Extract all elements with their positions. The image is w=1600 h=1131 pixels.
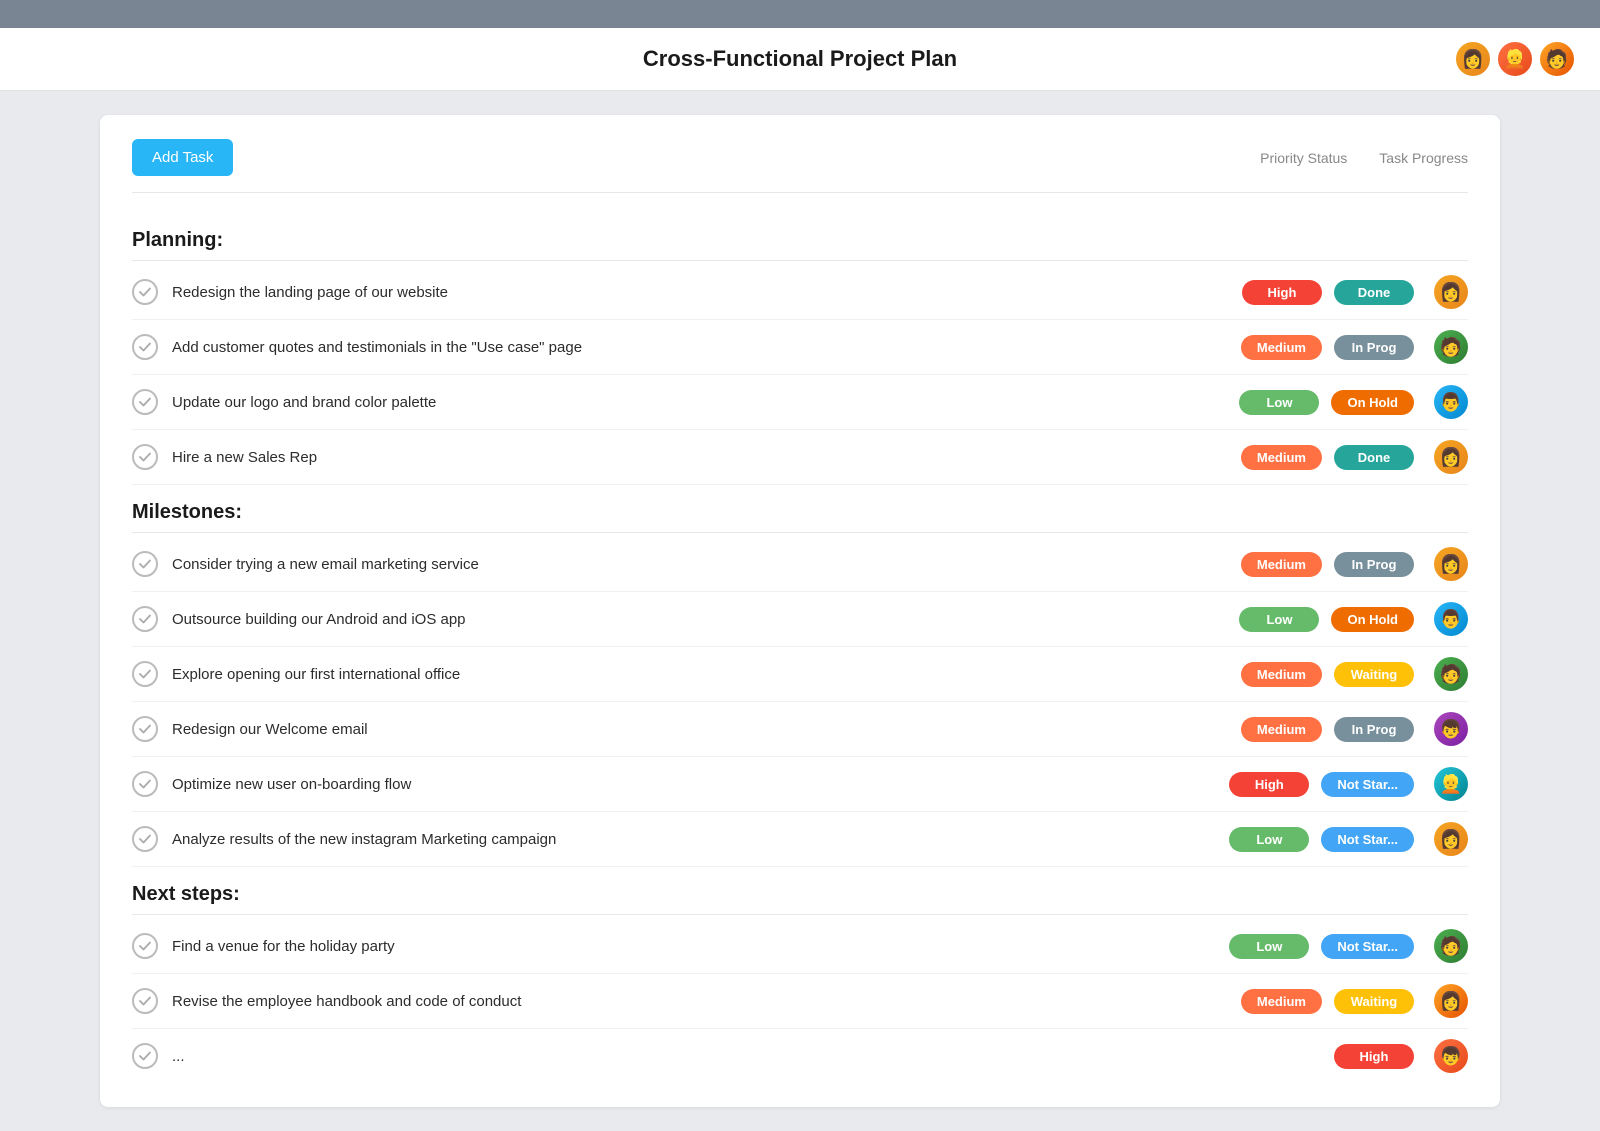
check-icon[interactable] [132, 1043, 158, 1069]
priority-badge: High [1242, 280, 1322, 305]
task-name: Outsource building our Android and iOS a… [172, 611, 1239, 628]
task-row[interactable]: Update our logo and brand color paletteL… [132, 375, 1468, 430]
priority-badge: Medium [1241, 662, 1322, 687]
check-icon[interactable] [132, 933, 158, 959]
top-bar [0, 0, 1600, 28]
task-name: Explore opening our first international … [172, 666, 1241, 683]
status-badge: Not Star... [1321, 772, 1414, 797]
status-badge: Waiting [1334, 662, 1414, 687]
toolbar: Add Task Priority Status Task Progress [132, 139, 1468, 193]
status-badge: On Hold [1331, 390, 1414, 415]
avatar: 👩 [1434, 275, 1468, 309]
task-progress-label: Task Progress [1379, 150, 1468, 166]
task-row[interactable]: Analyze results of the new instagram Mar… [132, 812, 1468, 867]
task-row[interactable]: Find a venue for the holiday partyLow Not… [132, 919, 1468, 974]
priority-badge: Low [1239, 390, 1319, 415]
avatar: 👱 [1496, 40, 1534, 78]
task-name: Add customer quotes and testimonials in … [172, 339, 1241, 356]
check-icon[interactable] [132, 771, 158, 797]
check-icon[interactable] [132, 826, 158, 852]
status-badge: Done [1334, 445, 1414, 470]
task-row[interactable]: Revise the employee handbook and code of… [132, 974, 1468, 1029]
avatar: 👩 [1454, 40, 1492, 78]
section-header-nextsteps: Next steps: [132, 867, 1468, 915]
section-header-planning: Planning: [132, 213, 1468, 261]
check-icon[interactable] [132, 389, 158, 415]
task-name: Optimize new user on-boarding flow [172, 776, 1229, 793]
task-row[interactable]: Consider trying a new email marketing se… [132, 537, 1468, 592]
task-row[interactable]: Outsource building our Android and iOS a… [132, 592, 1468, 647]
priority-status-label: Priority Status [1260, 150, 1347, 166]
task-row[interactable]: Hire a new Sales RepMedium Done 👩 [132, 430, 1468, 485]
task-row[interactable]: Explore opening our first international … [132, 647, 1468, 702]
header: Cross-Functional Project Plan 👩 👱 🧑 [0, 28, 1600, 91]
add-task-button[interactable]: Add Task [132, 139, 233, 176]
priority-badge: Medium [1241, 717, 1322, 742]
section-header-milestones: Milestones: [132, 485, 1468, 533]
avatar: 🧑 [1538, 40, 1576, 78]
toolbar-labels: Priority Status Task Progress [1260, 150, 1468, 166]
priority-badge: High [1334, 1044, 1414, 1069]
avatar: 👨 [1434, 385, 1468, 419]
check-icon[interactable] [132, 551, 158, 577]
status-badge: In Prog [1334, 335, 1414, 360]
check-icon[interactable] [132, 334, 158, 360]
task-name: ... [172, 1048, 1334, 1065]
status-badge: Waiting [1334, 989, 1414, 1014]
priority-badge: Medium [1241, 445, 1322, 470]
avatar: 👦 [1434, 1039, 1468, 1073]
check-icon[interactable] [132, 279, 158, 305]
avatar: 👱 [1434, 767, 1468, 801]
status-badge: In Prog [1334, 552, 1414, 577]
check-icon[interactable] [132, 716, 158, 742]
task-name: Find a venue for the holiday party [172, 938, 1229, 955]
priority-badge: Low [1229, 934, 1309, 959]
priority-badge: Medium [1241, 989, 1322, 1014]
task-name: Revise the employee handbook and code of… [172, 993, 1241, 1010]
check-icon[interactable] [132, 988, 158, 1014]
status-badge: In Prog [1334, 717, 1414, 742]
status-badge: Done [1334, 280, 1414, 305]
priority-badge: Medium [1241, 552, 1322, 577]
avatar: 👦 [1434, 712, 1468, 746]
avatar: 👩 [1434, 547, 1468, 581]
task-name: Hire a new Sales Rep [172, 449, 1241, 466]
avatar: 🧑 [1434, 929, 1468, 963]
status-badge: Not Star... [1321, 827, 1414, 852]
priority-badge: Low [1239, 607, 1319, 632]
sections-container: Planning: Redesign the landing page of o… [132, 213, 1468, 1083]
task-row[interactable]: Redesign the landing page of our website… [132, 265, 1468, 320]
task-name: Redesign our Welcome email [172, 721, 1241, 738]
avatar: 👩 [1434, 440, 1468, 474]
task-name: Analyze results of the new instagram Mar… [172, 831, 1229, 848]
status-badge: On Hold [1331, 607, 1414, 632]
task-row[interactable]: Redesign our Welcome emailMedium In Prog 👦 [132, 702, 1468, 757]
task-row[interactable]: Add customer quotes and testimonials in … [132, 320, 1468, 375]
task-name: Consider trying a new email marketing se… [172, 556, 1241, 573]
avatar: 👩 [1434, 822, 1468, 856]
check-icon[interactable] [132, 606, 158, 632]
priority-badge: Low [1229, 827, 1309, 852]
page-title: Cross-Functional Project Plan [643, 46, 957, 72]
header-avatars: 👩 👱 🧑 [1454, 40, 1576, 78]
avatar: 🧑 [1434, 657, 1468, 691]
avatar: 🧑 [1434, 330, 1468, 364]
task-container: Add Task Priority Status Task Progress P… [100, 115, 1500, 1107]
main-content: Add Task Priority Status Task Progress P… [0, 91, 1600, 1131]
priority-badge: High [1229, 772, 1309, 797]
check-icon[interactable] [132, 661, 158, 687]
priority-badge: Medium [1241, 335, 1322, 360]
task-name: Redesign the landing page of our website [172, 284, 1242, 301]
avatar: 👩 [1434, 984, 1468, 1018]
task-name: Update our logo and brand color palette [172, 394, 1239, 411]
task-row[interactable]: Optimize new user on-boarding flowHigh No… [132, 757, 1468, 812]
task-row[interactable]: ...High 👦 [132, 1029, 1468, 1083]
avatar: 👨 [1434, 602, 1468, 636]
check-icon[interactable] [132, 444, 158, 470]
status-badge: Not Star... [1321, 934, 1414, 959]
